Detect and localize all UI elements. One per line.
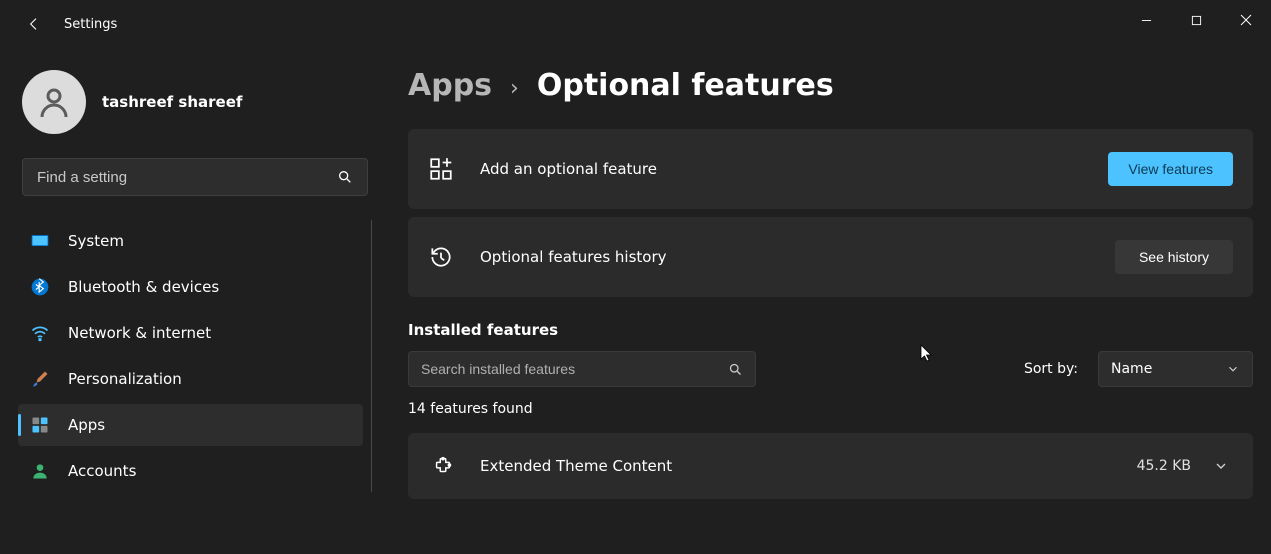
sidebar-item-accounts[interactable]: Accounts — [18, 450, 363, 492]
chevron-right-icon: › — [510, 76, 519, 101]
view-features-button[interactable]: View features — [1108, 152, 1233, 186]
back-button[interactable] — [24, 14, 44, 34]
sidebar-item-label: Accounts — [68, 462, 136, 480]
close-button[interactable] — [1221, 0, 1271, 40]
sort-by-label: Sort by: — [1024, 361, 1078, 377]
card-title: Add an optional feature — [480, 160, 1108, 178]
paintbrush-icon — [30, 369, 50, 389]
sort-by-select[interactable]: Name — [1098, 351, 1253, 387]
card-title: Optional features history — [480, 248, 1115, 266]
profile-name: tashreef shareef — [102, 93, 242, 111]
history-icon — [428, 244, 454, 270]
features-count: 14 features found — [408, 401, 1253, 417]
nav-list: System Bluetooth & devices Network & int… — [18, 220, 372, 492]
search-icon — [728, 362, 743, 377]
avatar — [22, 70, 86, 134]
sidebar-item-label: System — [68, 232, 124, 250]
sidebar-item-personalization[interactable]: Personalization — [18, 358, 363, 400]
main-content: Apps › Optional features Add an optional… — [408, 68, 1253, 554]
find-setting-input[interactable] — [37, 169, 337, 186]
feature-size: 45.2 KB — [1137, 458, 1191, 474]
person-icon — [36, 84, 72, 120]
sidebar-item-apps[interactable]: Apps — [18, 404, 363, 446]
optional-features-history-card: Optional features history See history — [408, 217, 1253, 297]
page-title: Optional features — [537, 68, 834, 103]
search-icon — [337, 169, 353, 185]
sidebar-item-bluetooth[interactable]: Bluetooth & devices — [18, 266, 363, 308]
maximize-button[interactable] — [1171, 0, 1221, 40]
sidebar: tashreef shareef System Bluetooth & devi… — [0, 58, 390, 496]
filter-row: Sort by: Name — [408, 351, 1253, 387]
find-setting-search[interactable] — [22, 158, 368, 196]
chevron-down-icon — [1226, 362, 1240, 376]
apps-icon — [30, 415, 50, 435]
sort-value: Name — [1111, 361, 1152, 377]
maximize-icon — [1191, 15, 1202, 26]
account-icon — [30, 461, 50, 481]
feature-row[interactable]: Extended Theme Content 45.2 KB — [408, 433, 1253, 499]
sidebar-item-system[interactable]: System — [18, 220, 363, 262]
sidebar-item-label: Apps — [68, 416, 105, 434]
app-title: Settings — [64, 17, 117, 32]
add-grid-icon — [428, 156, 454, 182]
monitor-icon — [30, 231, 50, 251]
profile-block[interactable]: tashreef shareef — [22, 70, 372, 134]
close-icon — [1240, 14, 1252, 26]
breadcrumb-parent[interactable]: Apps — [408, 68, 492, 103]
sidebar-item-network[interactable]: Network & internet — [18, 312, 363, 354]
window-controls — [1121, 0, 1271, 40]
search-installed-features[interactable] — [408, 351, 756, 387]
minimize-icon — [1141, 15, 1152, 26]
bluetooth-icon — [30, 277, 50, 297]
arrow-left-icon — [26, 16, 42, 32]
feature-name: Extended Theme Content — [480, 457, 1137, 475]
installed-features-label: Installed features — [408, 321, 1253, 339]
see-history-button[interactable]: See history — [1115, 240, 1233, 274]
puzzle-icon — [432, 455, 454, 477]
sidebar-item-label: Bluetooth & devices — [68, 278, 219, 296]
sidebar-item-label: Personalization — [68, 370, 182, 388]
search-installed-input[interactable] — [421, 361, 728, 377]
chevron-down-icon — [1213, 458, 1229, 474]
minimize-button[interactable] — [1121, 0, 1171, 40]
titlebar: Settings — [0, 0, 1271, 48]
breadcrumb: Apps › Optional features — [408, 68, 1253, 103]
wifi-icon — [30, 323, 50, 343]
add-optional-feature-card: Add an optional feature View features — [408, 129, 1253, 209]
sidebar-item-label: Network & internet — [68, 324, 211, 342]
